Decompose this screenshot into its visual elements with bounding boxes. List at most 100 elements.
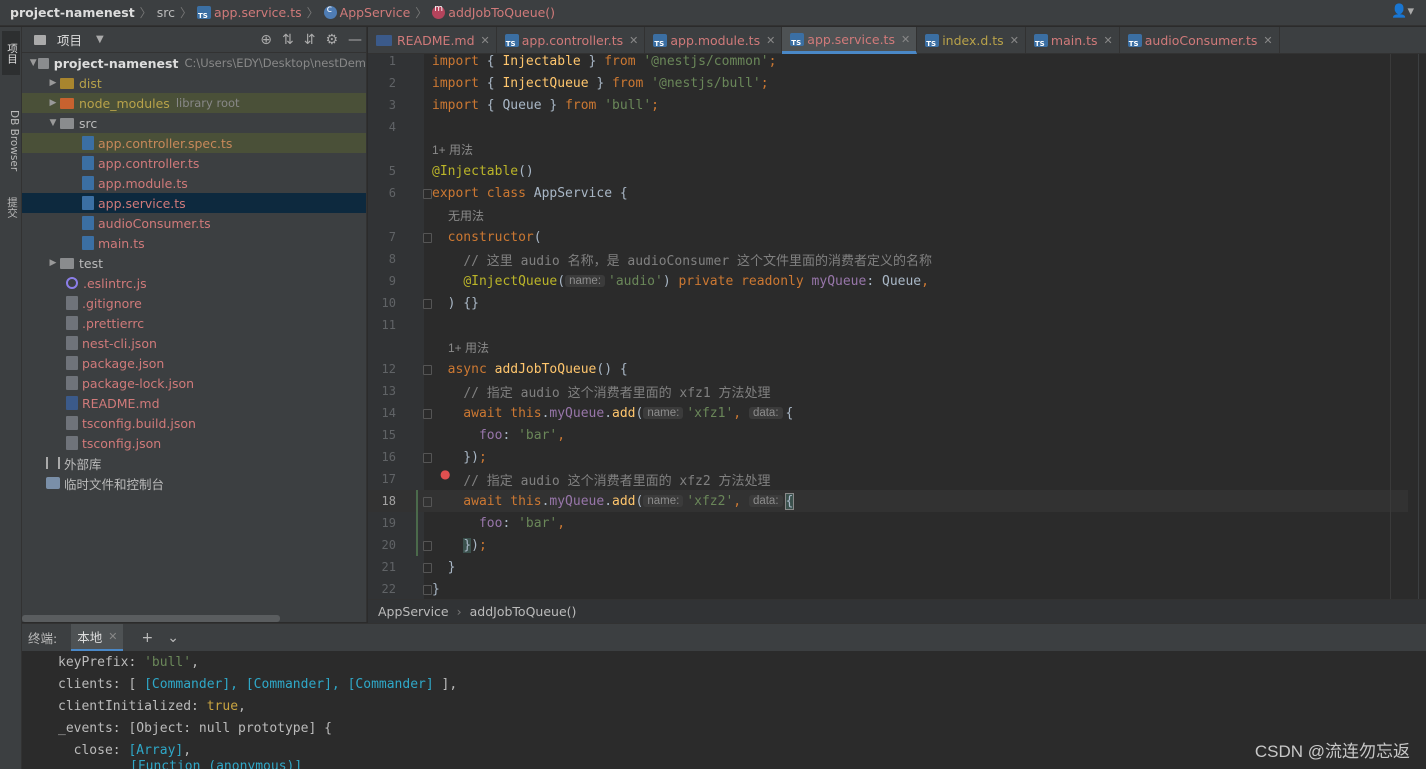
tree-item-readme[interactable]: README.md — [22, 393, 366, 413]
chevron-right-icon[interactable]: ▶ — [46, 78, 60, 88]
tree-item-main[interactable]: main.ts — [22, 233, 366, 253]
tree-item-app-service[interactable]: app.service.ts — [22, 193, 366, 213]
code-line[interactable]: 7 constructor( — [368, 226, 1408, 248]
tree-item-gitignore[interactable]: .gitignore — [22, 293, 366, 313]
code-line[interactable]: 11 — [368, 314, 1408, 336]
tab-db-browser[interactable]: DB Browser — [2, 91, 20, 191]
close-icon[interactable]: ✕ — [481, 34, 490, 47]
close-icon[interactable]: ✕ — [108, 630, 117, 643]
close-icon[interactable]: ✕ — [629, 34, 638, 47]
locate-icon[interactable]: ⊕ — [260, 32, 272, 48]
code-line[interactable]: 22} — [368, 578, 1408, 599]
nav-folder[interactable]: src — [157, 5, 175, 20]
fold-icon[interactable] — [423, 189, 432, 199]
tree-item-package-json[interactable]: package.json — [22, 353, 366, 373]
chevron-down-icon[interactable]: ⌄ — [167, 630, 179, 646]
change-marker[interactable] — [416, 490, 418, 556]
tree-root[interactable]: ▼ project-namenest C:\Users\EDY\Desktop\… — [22, 53, 366, 73]
close-icon[interactable]: ✕ — [1263, 34, 1272, 47]
tree-item-node-modules[interactable]: ▶ node_modules library root — [22, 93, 366, 113]
tree-item-nest-cli[interactable]: nest-cli.json — [22, 333, 366, 353]
tree-item-dist[interactable]: ▶ dist — [22, 73, 366, 93]
code-line[interactable]: 2 import { InjectQueue } from '@nestjs/bu… — [368, 72, 1408, 94]
code-line[interactable]: 13 // 指定 audio 这个消费者里面的 xfz1 方法处理 — [368, 380, 1408, 402]
code-line[interactable]: 8 // 这里 audio 名称，是 audioConsumer 这个文件里面的… — [368, 248, 1408, 270]
add-icon[interactable]: + — [141, 630, 153, 646]
code-line[interactable]: 6 export class AppService { — [368, 182, 1408, 204]
tree-item-test[interactable]: ▶ test — [22, 253, 366, 273]
breadcrumb-method[interactable]: addJobToQueue() — [470, 604, 577, 619]
tree-item-app-module[interactable]: app.module.ts — [22, 173, 366, 193]
code-line[interactable]: 15 foo: 'bar', — [368, 424, 1408, 446]
nav-project[interactable]: project-namenest — [10, 5, 135, 20]
terminal-tab-local[interactable]: 本地 ✕ — [71, 623, 124, 652]
tree-item-app-controller[interactable]: app.controller.ts — [22, 153, 366, 173]
terminal-output[interactable]: keyPrefix: 'bull', clients: [ [Commander… — [22, 651, 1426, 769]
chevron-down-icon[interactable]: ▼ — [28, 58, 38, 68]
tree-item-src[interactable]: ▼ src — [22, 113, 366, 133]
nav-file[interactable]: app.service.ts — [214, 5, 302, 20]
code-line[interactable]: 16 }); — [368, 446, 1408, 468]
code-line[interactable]: 20 }); — [368, 534, 1408, 556]
vertical-scrollbar[interactable] — [1418, 54, 1426, 599]
fold-icon[interactable] — [423, 453, 432, 463]
code-line[interactable]: 14 await this. myQueue. add(name:'xfz1', d… — [368, 402, 1408, 424]
usage-hint[interactable]: 1+ 用法 — [432, 138, 473, 160]
code-line-current[interactable]: 18 await this. myQueue. add(name:'xfz2', d… — [368, 490, 1408, 512]
tab-app-controller[interactable]: app.controller.ts ✕ — [497, 27, 646, 54]
horizontal-scrollbar[interactable] — [22, 615, 280, 622]
gear-icon[interactable]: ⚙ — [325, 32, 338, 48]
usage-hint[interactable]: 1+ 用法 — [448, 336, 489, 358]
fold-icon[interactable] — [423, 541, 432, 551]
tab-audio-consumer[interactable]: audioConsumer.ts ✕ — [1120, 27, 1280, 54]
tab-project-tool[interactable]: 项目 — [2, 31, 20, 75]
tree-item-tsconfig-build[interactable]: tsconfig.build.json — [22, 413, 366, 433]
tree-item-prettierrc[interactable]: .prettierrc — [22, 313, 366, 333]
fold-icon[interactable] — [423, 585, 432, 595]
breadcrumb-class[interactable]: AppService — [378, 604, 449, 619]
fold-icon[interactable] — [423, 365, 432, 375]
tab-readme[interactable]: README.md ✕ — [368, 27, 497, 54]
code-line[interactable]: 9 @InjectQueue(name:'audio') private rea… — [368, 270, 1408, 292]
code-line[interactable]: 10 ) {} — [368, 292, 1408, 314]
code-line[interactable]: 12 async addJobToQueue() { — [368, 358, 1408, 380]
tab-commit[interactable]: 提交 — [2, 189, 20, 225]
code-line[interactable]: 4 — [368, 116, 1408, 138]
collapse-all-icon[interactable]: ⇵ — [304, 32, 316, 48]
tree-item-app-controller-spec[interactable]: app.controller.spec.ts — [22, 133, 366, 153]
code-editor[interactable]: 1 import { Injectable } from '@nestjs/com… — [368, 54, 1426, 599]
tree-item-tsconfig[interactable]: tsconfig.json — [22, 433, 366, 453]
code-line[interactable]: 1 import { Injectable } from '@nestjs/com… — [368, 54, 1408, 72]
code-line[interactable]: 21 } — [368, 556, 1408, 578]
close-icon[interactable]: ✕ — [1010, 34, 1019, 47]
tab-index-d[interactable]: index.d.ts ✕ — [917, 27, 1026, 54]
panel-title[interactable]: 项目 — [57, 30, 82, 49]
tree-item-scratches[interactable]: 临时文件和控制台 — [22, 473, 366, 493]
tree-item-audio-consumer[interactable]: audioConsumer.ts — [22, 213, 366, 233]
fold-icon[interactable] — [423, 299, 432, 309]
tab-main[interactable]: main.ts ✕ — [1026, 27, 1120, 54]
tab-app-module[interactable]: app.module.ts ✕ — [645, 27, 783, 54]
code-line[interactable]: 19 foo: 'bar', — [368, 512, 1408, 534]
nav-class[interactable]: AppService — [340, 5, 411, 20]
fold-icon[interactable] — [423, 563, 432, 573]
tree-item-package-lock[interactable]: package-lock.json — [22, 373, 366, 393]
fold-icon[interactable] — [423, 409, 432, 419]
usage-hint[interactable]: 无用法 — [448, 204, 484, 226]
fold-icon[interactable] — [423, 233, 432, 243]
tree-item-external-libraries[interactable]: 外部库 — [22, 453, 366, 473]
close-icon[interactable]: ✕ — [766, 34, 775, 47]
nav-method[interactable]: addJobToQueue() — [448, 5, 555, 20]
code-line[interactable]: 5 @Injectable() — [368, 160, 1408, 182]
chevron-right-icon[interactable]: ▶ — [46, 98, 60, 108]
tab-app-service[interactable]: app.service.ts ✕ — [782, 27, 918, 54]
chevron-down-icon[interactable]: ▼ — [46, 118, 60, 128]
close-icon[interactable]: ✕ — [1104, 34, 1113, 47]
close-icon[interactable]: ✕ — [901, 33, 910, 46]
chevron-right-icon[interactable]: ▶ — [46, 258, 60, 268]
tree-item-eslintrc[interactable]: .eslintrc.js — [22, 273, 366, 293]
code-line[interactable]: 3 import { Queue } from 'bull'; — [368, 94, 1408, 116]
user-icon[interactable]: 👤▾ — [1391, 4, 1414, 19]
minimize-icon[interactable]: — — [348, 32, 362, 48]
fold-icon[interactable] — [423, 497, 432, 507]
